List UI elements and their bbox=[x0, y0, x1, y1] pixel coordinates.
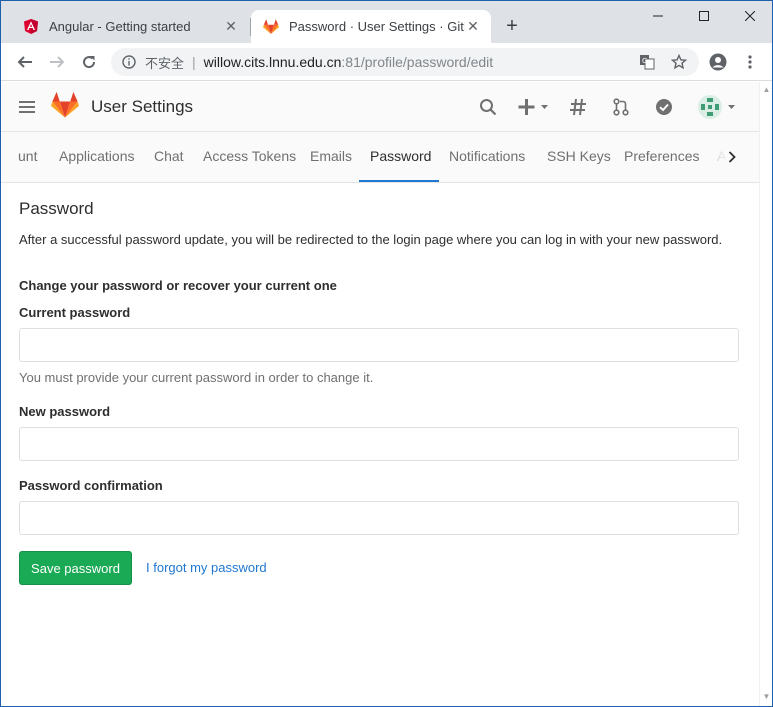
tab-title: Angular - Getting started bbox=[49, 19, 191, 34]
close-tab-icon[interactable]: ✕ bbox=[223, 18, 239, 35]
translate-icon[interactable]: G bbox=[635, 50, 659, 74]
angular-icon bbox=[23, 19, 39, 35]
tab-strip: Angular - Getting started ✕ Password · U… bbox=[1, 1, 772, 43]
forward-icon[interactable] bbox=[45, 50, 69, 74]
search-icon[interactable] bbox=[478, 97, 498, 117]
intro-text: After a successful password update, you … bbox=[19, 232, 723, 247]
address-bar[interactable]: 不安全 | willow.cits.lnnu.edu.cn :81/profil… bbox=[111, 48, 699, 76]
scroll-right-chevron-icon[interactable] bbox=[717, 132, 747, 182]
gitlab-logo-icon[interactable] bbox=[51, 91, 79, 119]
new-password-label: New password bbox=[19, 404, 111, 419]
info-icon[interactable] bbox=[121, 54, 137, 70]
subnav-item-password[interactable]: Password bbox=[370, 148, 431, 164]
subnav-item-ssh-keys[interactable]: SSH Keys bbox=[547, 148, 611, 164]
reload-icon[interactable] bbox=[77, 50, 101, 74]
current-password-input[interactable] bbox=[19, 328, 739, 362]
save-password-button[interactable]: Save password bbox=[19, 551, 132, 585]
new-password-input[interactable] bbox=[19, 427, 739, 461]
forgot-password-link[interactable]: I forgot my password bbox=[146, 560, 267, 575]
minimize-icon[interactable] bbox=[635, 1, 681, 31]
section-title: Password bbox=[19, 199, 94, 218]
browser-toolbar: 不安全 | willow.cits.lnnu.edu.cn :81/profil… bbox=[1, 43, 772, 81]
active-tab-indicator bbox=[359, 180, 439, 182]
address-divider: | bbox=[192, 54, 196, 70]
scroll-up-arrow-icon[interactable]: ▲ bbox=[762, 85, 771, 94]
address-path: :81/profile/password/edit bbox=[341, 54, 494, 70]
close-tab-icon[interactable]: ✕ bbox=[465, 18, 481, 35]
svg-text:G: G bbox=[642, 57, 647, 65]
menu-kebab-icon[interactable] bbox=[738, 50, 762, 74]
subnav-item-preferences[interactable]: Preferences bbox=[624, 148, 699, 164]
back-icon[interactable] bbox=[13, 50, 37, 74]
settings-subnav: unt Applications Chat Access Tokens Emai… bbox=[1, 132, 759, 183]
gitlab-icon bbox=[263, 19, 279, 35]
address-host: willow.cits.lnnu.edu.cn bbox=[203, 54, 342, 70]
hamburger-menu-icon[interactable] bbox=[17, 97, 37, 117]
new-tab-icon[interactable]: + bbox=[501, 15, 523, 37]
new-item-dropdown-icon[interactable] bbox=[516, 97, 552, 117]
password-confirmation-input[interactable] bbox=[19, 501, 739, 535]
todos-check-icon[interactable] bbox=[654, 97, 674, 117]
scroll-down-arrow-icon[interactable]: ▼ bbox=[762, 692, 771, 701]
subnav-item-applications[interactable]: Applications bbox=[59, 148, 135, 164]
bookmark-star-icon[interactable] bbox=[667, 50, 691, 74]
browser-window: Angular - Getting started ✕ Password · U… bbox=[0, 0, 773, 707]
current-password-help: You must provide your current password i… bbox=[19, 370, 374, 385]
page-title[interactable]: User Settings bbox=[91, 97, 193, 117]
subnav-item-account[interactable]: unt bbox=[18, 148, 37, 164]
maximize-icon[interactable] bbox=[681, 1, 727, 31]
password-confirmation-label: Password confirmation bbox=[19, 478, 163, 493]
security-label: 不安全 bbox=[145, 56, 185, 72]
vertical-scrollbar[interactable]: ▲ ▼ bbox=[759, 82, 772, 706]
subnav-item-access-tokens[interactable]: Access Tokens bbox=[203, 148, 296, 164]
current-password-label: Current password bbox=[19, 305, 131, 320]
form-subheading: Change your password or recover your cur… bbox=[19, 278, 337, 293]
profile-icon[interactable] bbox=[706, 50, 730, 74]
subnav-item-emails[interactable]: Emails bbox=[310, 148, 352, 164]
gitlab-header: User Settings bbox=[1, 82, 759, 132]
user-avatar-dropdown[interactable] bbox=[697, 95, 739, 119]
issues-hash-icon[interactable] bbox=[568, 97, 588, 117]
close-window-icon[interactable] bbox=[727, 1, 772, 31]
tab-gitlab-password[interactable]: Password · User Settings · GitLab ✕ bbox=[251, 10, 491, 43]
subnav-item-chat[interactable]: Chat bbox=[154, 148, 184, 164]
tab-angular[interactable]: Angular - Getting started ✕ bbox=[11, 10, 249, 43]
subnav-item-notifications[interactable]: Notifications bbox=[449, 148, 525, 164]
tab-title: Password · User Settings · GitLab bbox=[289, 19, 465, 34]
merge-requests-icon[interactable] bbox=[611, 97, 631, 117]
